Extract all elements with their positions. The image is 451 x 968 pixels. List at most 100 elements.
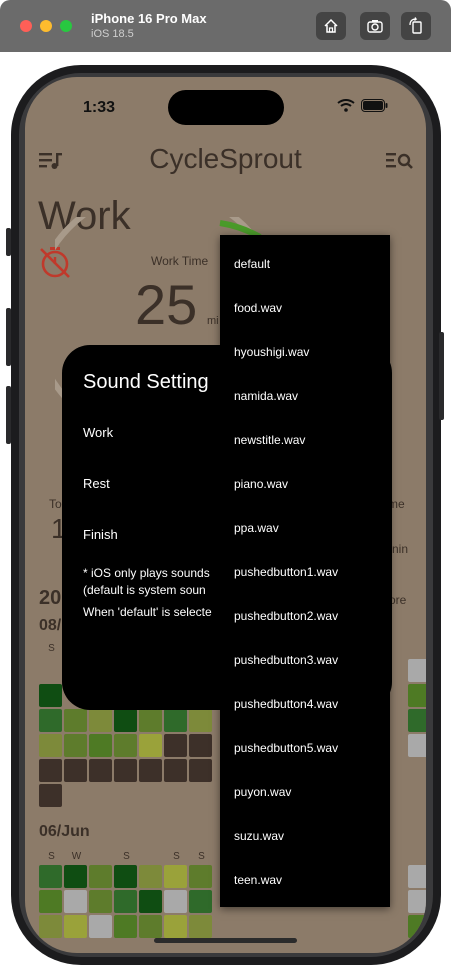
activity-cell [114,709,137,732]
activity-cell [39,709,62,732]
activity-cell [39,734,62,757]
menu-item-ppa[interactable]: ppa.wav [234,521,279,535]
action-button [6,228,11,256]
home-indicator[interactable] [154,938,297,943]
menu-item-pushedbutton5[interactable]: pushedbutton5.wav [234,741,338,755]
menu-item-pushedbutton1[interactable]: pushedbutton1.wav [234,565,338,579]
dialog-title: Sound Setting [83,371,209,393]
activity-cell [408,659,426,682]
menu-item-teen[interactable]: teen.wav [234,873,282,887]
activity-grid-2 [39,865,212,938]
work-time-label: Work Time [151,254,209,268]
activity-cell [189,890,212,913]
weekday-label: S [123,851,130,862]
total-label-fragment: To [49,497,62,511]
activity-cell [139,915,162,938]
activity-cell [114,915,137,938]
activity-cell [139,709,162,732]
close-window-button[interactable] [20,20,32,32]
menu-item-hyoushigi[interactable]: hyoushigi.wav [234,345,309,359]
menu-item-pushedbutton3[interactable]: pushedbutton3.wav [234,653,338,667]
menu-item-puyon[interactable]: puyon.wav [234,785,291,799]
sound-dropdown-menu: default food.wav hyoushigi.wav namida.wa… [220,235,390,907]
screenshot-icon [367,20,383,33]
activity-cell [164,915,187,938]
rest-sound-row[interactable]: Rest [83,476,110,491]
home-icon [324,18,338,33]
activity-cell [114,865,137,888]
activity-cell [89,915,112,938]
search-list-icon[interactable] [386,151,414,171]
dynamic-island [168,90,284,125]
activity-cell [89,890,112,913]
activity-cell [139,759,162,782]
menu-item-default[interactable]: default [234,257,270,271]
activity-cell [139,865,162,888]
timer-unit: mi [207,315,219,327]
power-button [439,332,444,420]
menu-item-newstitle[interactable]: newstitle.wav [234,433,305,447]
activity-cell [164,890,187,913]
activity-cell [408,865,426,888]
activity-cell [189,915,212,938]
zoom-window-button[interactable] [60,20,72,32]
rotate-icon [409,17,422,34]
activity-cell [114,759,137,782]
weekday-header-2: SWSSS [39,851,214,862]
menu-item-pushedbutton2[interactable]: pushedbutton2.wav [234,609,338,623]
battery-icon [361,99,388,112]
activity-cell [114,734,137,757]
finish-sound-row[interactable]: Finish [83,527,118,542]
activity-cell [383,915,406,938]
dialog-note-line1: * iOS only plays sounds [83,566,210,580]
activity-cell [39,684,62,707]
activity-cell [189,865,212,888]
activity-cell [139,784,162,807]
activity-cell [408,915,426,938]
volume-down-button [6,386,11,444]
activity-cell [64,759,87,782]
month-fragment: 08/ [39,617,62,634]
activity-cell [64,784,87,807]
activity-cell [333,915,356,938]
min-label-fragment: nin [392,542,409,556]
menu-item-piano[interactable]: piano.wav [234,477,288,491]
activity-cell [39,865,62,888]
activity-cell [89,709,112,732]
activity-cell [64,915,87,938]
minimize-window-button[interactable] [40,20,52,32]
timer-value: 25 [135,273,198,336]
activity-cell [64,865,87,888]
work-sound-row[interactable]: Work [83,425,113,440]
menu-item-food[interactable]: food.wav [234,301,282,315]
activity-cell [408,709,426,732]
rotate-button[interactable] [401,12,431,40]
wifi-icon [337,99,355,112]
activity-cell [89,865,112,888]
dialog-note-line3: When 'default' is selecte [83,605,212,619]
menu-item-suzu[interactable]: suzu.wav [234,829,284,843]
status-time: 1:33 [83,99,116,116]
activity-cell [189,784,212,807]
os-version: iOS 18.5 [91,28,134,40]
weekday-label [89,851,114,862]
activity-cell [64,890,87,913]
activity-cell [39,890,62,913]
activity-cell [89,784,112,807]
screenshot-button[interactable] [360,12,390,40]
menu-item-pushedbutton4[interactable]: pushedbutton4.wav [234,697,338,711]
volume-up-button [6,308,11,366]
weekday-label [139,851,164,862]
activity-cell [308,915,331,938]
home-button[interactable] [316,12,346,40]
weekday-label: W [71,851,82,862]
activity-cell [408,684,426,707]
activity-cell [189,759,212,782]
activity-cell [89,734,112,757]
menu-item-namida[interactable]: namida.wav [234,389,298,403]
app-title: CycleSprout [149,143,302,174]
activity-cell [89,759,112,782]
dialog-note-line2: (default is system soun [83,583,206,597]
weekday-label: S [198,851,205,862]
month-jun-label: 06/Jun [39,823,90,840]
